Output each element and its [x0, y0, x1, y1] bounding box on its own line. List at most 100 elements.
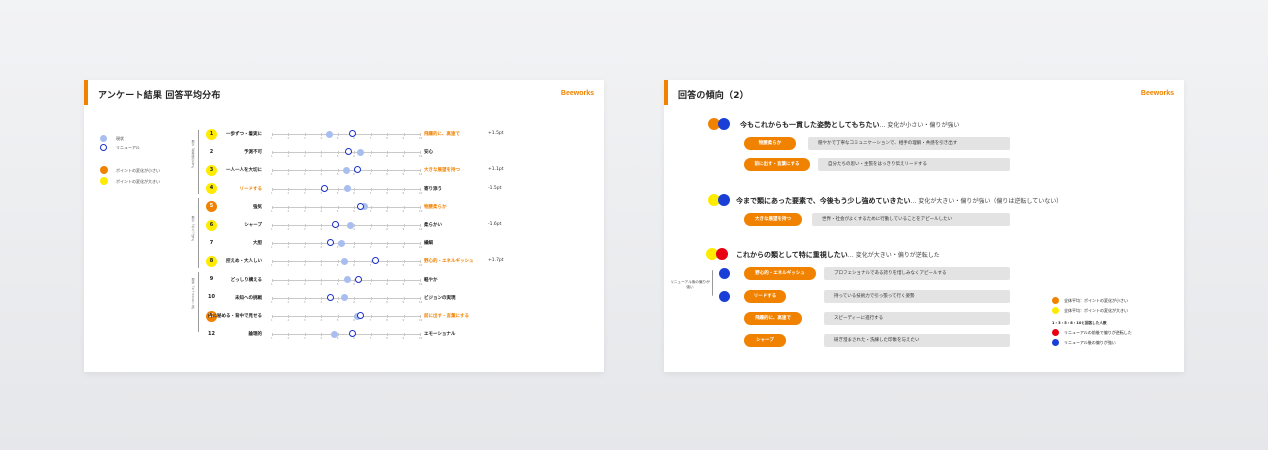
axis-tick: [321, 260, 323, 264]
row-diff: -1.6pt: [488, 222, 502, 227]
axis-tick: [304, 187, 306, 191]
renewal-point: [320, 184, 328, 192]
axis-tick: [288, 278, 290, 282]
axis-tick: [354, 260, 356, 264]
axis-tick: [321, 224, 323, 227]
section3-brace: [712, 270, 713, 296]
axis-tick-label: 1: [271, 264, 273, 268]
axis-tick-label: 6: [353, 228, 355, 231]
axis-tick-label: 7: [369, 155, 372, 159]
axis-tick: [272, 315, 273, 318]
axis-tick: [387, 315, 389, 318]
axis-tick-label: 9: [402, 173, 405, 177]
legend-yellow-dot: [1052, 307, 1059, 314]
axis-tick-label: 7: [369, 264, 372, 268]
axis-tick: [288, 260, 290, 264]
axis-tick: [337, 169, 339, 173]
accent-bar: [84, 80, 88, 105]
axis-tick-label: 8: [386, 191, 388, 195]
axis-tick-label: 1: [271, 337, 273, 341]
axis-tick: [420, 224, 421, 227]
axis-tick-label: 10: [419, 246, 423, 250]
axis-tick-label: 1: [271, 228, 273, 231]
axis-tick: [354, 205, 356, 209]
axis-tick: [321, 205, 323, 209]
legend-count-heading: 1・3・5・8・10と回答した人数: [1052, 321, 1107, 325]
row-right-label: 柔らかい: [424, 223, 442, 228]
section3-text-1: プロフェショナルである誇りを惜しみなくアピールする: [824, 267, 1010, 280]
axis-tick: [304, 315, 306, 318]
axis-tick: [304, 278, 306, 282]
axis-tick: [370, 169, 372, 173]
axis-tick-label: 10: [419, 137, 423, 140]
axis-tick: [370, 133, 372, 136]
axis-tick-label: 5: [336, 191, 339, 195]
axis-tick: [304, 260, 306, 264]
axis-tick-label: 8: [386, 155, 388, 159]
axis-tick-label: 8: [386, 282, 388, 286]
axis-tick-label: 1: [271, 246, 273, 250]
axis-tick: [304, 296, 306, 300]
current-point: [337, 239, 345, 247]
axis-tick-label: 9: [402, 300, 405, 304]
slide-title: 回答の傾向（2）: [678, 91, 749, 101]
axis-tick: [420, 205, 421, 209]
axis-tick-label: 5: [336, 264, 339, 268]
slide-answer-distribution[interactable]: アンケート結果 回答平均分布 Beeworks 現状 リニューアル ポイントの変…: [84, 80, 604, 372]
axis-tick: [387, 205, 389, 209]
axis-tick-label: 3: [303, 337, 306, 341]
row-right-label: ビジョンの実現: [424, 295, 456, 301]
axis-tick: [403, 333, 405, 337]
axis-tick: [337, 151, 339, 155]
axis-tick-label: 1: [271, 300, 273, 304]
slide-answer-tendency[interactable]: 回答の傾向（2） Beeworks 今もこれからも一貫した姿勢としてもちたい… …: [664, 80, 1184, 372]
section3-text-3: スピーディーに進行する: [824, 312, 1010, 325]
axis-tick-label: 10: [419, 209, 423, 213]
axis-tick-label: 4: [320, 155, 322, 159]
current-point: [344, 185, 352, 193]
renewal-point: [348, 330, 356, 338]
current-point: [347, 221, 355, 229]
logo: Beeworks: [560, 90, 594, 97]
axis-tick-label: 6: [353, 337, 355, 341]
axis-tick: [420, 296, 421, 300]
axis-tick-label: 1: [271, 209, 273, 213]
axis-tick-label: 7: [369, 300, 372, 304]
row-left-label: 予測不可: [244, 150, 262, 156]
section1-dot-b: [718, 118, 730, 130]
axis-tick-label: 5: [336, 137, 339, 140]
section2-pill-1: 大きな展望を持つ: [744, 213, 802, 226]
axis-tick-label: 9: [402, 191, 405, 195]
renewal-point: [356, 202, 364, 210]
axis-tick-label: 9: [402, 264, 405, 268]
renewal-point: [355, 275, 363, 283]
axis-tick: [403, 151, 405, 155]
axis-tick-label: 3: [303, 137, 306, 140]
axis-tick: [272, 296, 273, 300]
axis-tick-label: 3: [303, 173, 306, 177]
axis-tick: [403, 242, 405, 246]
axis-tick: [403, 260, 405, 264]
section3-text-4: 研ぎ澄まされた・洗練した印象を与えたい: [824, 334, 1010, 347]
axis-tick: [272, 169, 273, 173]
group-brace-3: [198, 272, 199, 332]
section3-text-2: 持っている技術力で引っ張って行く姿勢: [824, 290, 1010, 303]
axis-tick: [321, 169, 323, 173]
row-right-label: エモーショナル: [424, 332, 456, 338]
axis-tick-label: 2: [287, 209, 290, 213]
axis-tick: [288, 224, 290, 227]
axis-tick: [370, 296, 372, 300]
axis-tick: [354, 296, 356, 300]
section3-dot-b: [716, 248, 728, 260]
axis-tick: [272, 260, 273, 264]
axis-tick-label: 1: [271, 137, 273, 140]
axis-tick-label: 10: [419, 264, 423, 268]
renewal-point: [353, 166, 361, 174]
axis-tick: [420, 260, 421, 264]
current-point: [344, 276, 352, 284]
axis-tick: [370, 242, 372, 246]
axis-tick-label: 4: [320, 173, 322, 177]
section3-pill-1: 野心的・エネルギッシュ: [744, 267, 816, 280]
axis-tick: [288, 187, 290, 191]
axis-tick: [272, 133, 273, 136]
